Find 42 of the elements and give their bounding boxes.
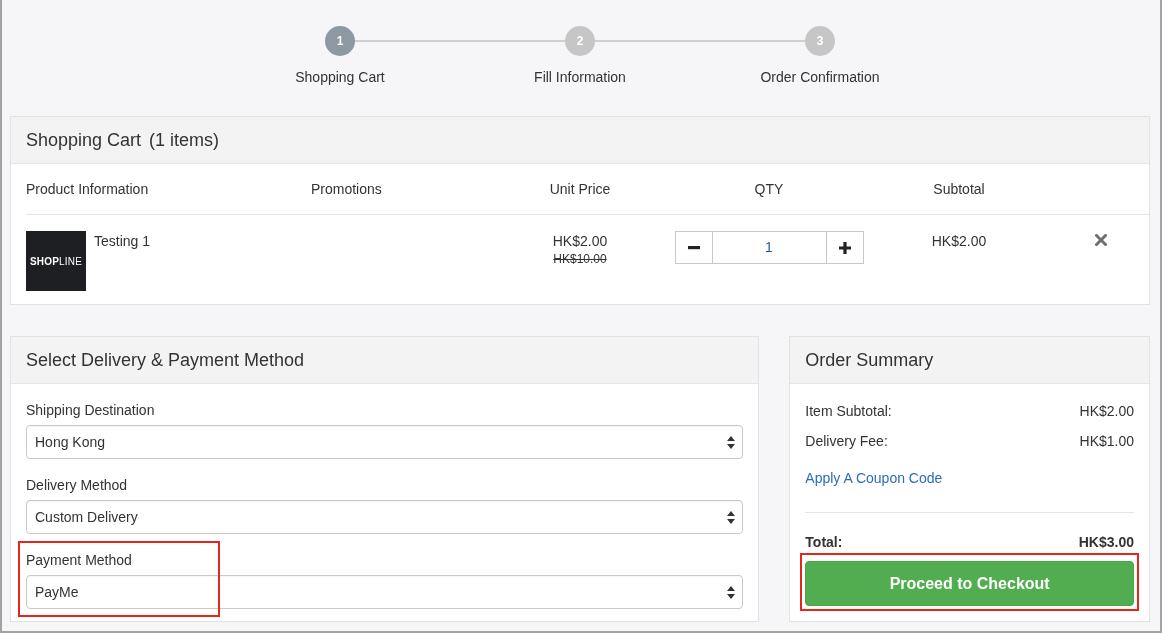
up-down-arrows-icon: [727, 585, 736, 599]
column-header: Promotions: [311, 179, 382, 199]
column-header: Subtotal: [933, 179, 985, 199]
minus-icon: [687, 245, 700, 250]
select-field[interactable]: Custom Delivery: [26, 500, 744, 534]
step-label: Fill Information: [534, 70, 626, 84]
panel-title: Shopping Cart: [26, 128, 142, 152]
original-price: HK$10.00: [553, 252, 607, 267]
step-number: 2: [565, 26, 595, 56]
step-number: 3: [805, 26, 835, 56]
step-label: Shopping Cart: [295, 70, 385, 84]
column-header: QTY: [754, 179, 784, 199]
select-field[interactable]: Hong Kong: [26, 425, 744, 459]
column-header: Unit Price: [549, 179, 611, 199]
coupon-link[interactable]: Apply A Coupon Code: [805, 470, 943, 486]
total-label: Total:: [805, 535, 843, 549]
up-down-arrows-icon: [727, 435, 736, 449]
quantity-input[interactable]: 1: [711, 232, 827, 263]
product-name[interactable]: Testing 1: [94, 231, 151, 252]
item-count: (1 items): [149, 128, 220, 152]
line-subtotal: HK$2.00: [931, 232, 987, 251]
remove-button[interactable]: [1094, 234, 1107, 246]
step-number: 1: [325, 26, 355, 56]
plus-icon: [838, 241, 851, 254]
unit-price: HK$2.00: [552, 232, 608, 251]
step-label: Order Confirmation: [760, 70, 880, 84]
field-label: Shipping Destination: [26, 403, 156, 417]
summary-label: Item Subtotal:: [805, 404, 892, 418]
field-label: Payment Method: [26, 553, 133, 567]
total-value: HK$3.00: [1078, 535, 1134, 549]
select-field[interactable]: PayMe: [26, 575, 744, 609]
summary-value: HK$2.00: [1079, 404, 1134, 418]
panel-title: Order Summary: [805, 348, 934, 372]
summary-value: HK$1.00: [1079, 434, 1134, 448]
field-label: Delivery Method: [26, 478, 129, 492]
up-down-arrows-icon: [727, 510, 736, 524]
panel-title: Select Delivery & Payment Method: [26, 348, 305, 372]
summary-label: Delivery Fee:: [805, 434, 888, 448]
column-header: Product Information: [26, 179, 149, 199]
quantity-stepper[interactable]: 1: [674, 231, 864, 264]
close-icon: [1094, 234, 1107, 246]
product-thumbnail: SHOPLINE: [26, 231, 86, 291]
